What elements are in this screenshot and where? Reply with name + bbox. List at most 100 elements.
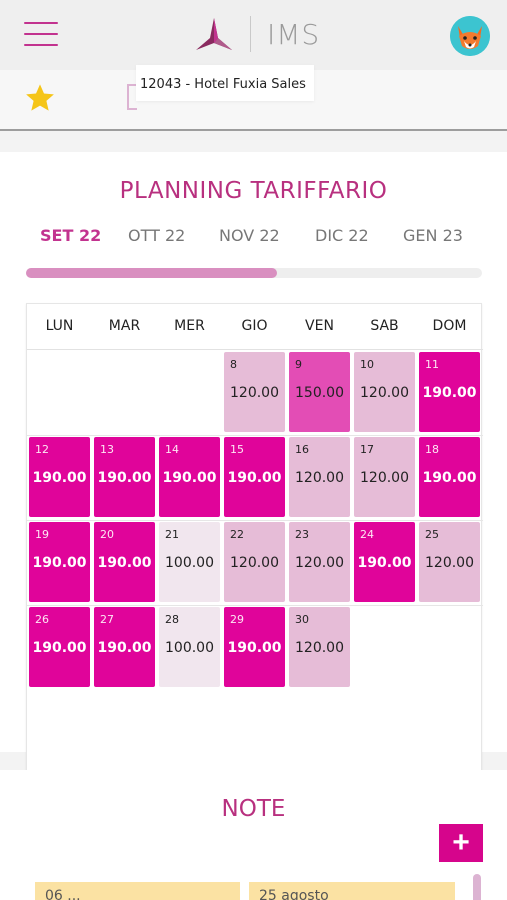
calendar-day-cell[interactable]: 28 100.00 bbox=[159, 607, 220, 687]
calendar-day-cell[interactable]: 25 120.00 bbox=[419, 522, 480, 602]
weekday-label: DOM bbox=[432, 318, 467, 334]
weekday-label: GIO bbox=[241, 318, 268, 334]
app-logo: IMS bbox=[194, 14, 320, 54]
day-number: 15 bbox=[230, 443, 244, 456]
add-note-button[interactable]: + bbox=[439, 824, 483, 862]
day-number: 27 bbox=[100, 613, 114, 626]
planning-title: PLANNING TARIFFARIO bbox=[119, 178, 388, 204]
day-price: 190.00 bbox=[357, 555, 412, 571]
day-number: 24 bbox=[360, 528, 374, 541]
ims-logo-icon bbox=[196, 18, 232, 50]
day-price: 150.00 bbox=[295, 385, 344, 401]
logo-separator bbox=[250, 16, 251, 52]
day-price: 190.00 bbox=[227, 640, 282, 656]
rate-calendar: LUN MAR MER GIO VEN SAB DOM 8 120.00 9 150.… bbox=[26, 303, 483, 840]
day-number: 28 bbox=[165, 613, 179, 626]
weekday-label: MER bbox=[174, 318, 205, 334]
calendar-day-cell[interactable]: 22 120.00 bbox=[224, 522, 285, 602]
tab-month[interactable]: NOV 22 bbox=[219, 226, 280, 245]
weekday-label: MAR bbox=[108, 318, 141, 334]
calendar-day-cell[interactable]: 19 190.00 bbox=[29, 522, 90, 602]
day-price: 120.00 bbox=[295, 640, 344, 656]
notes-scrollbar[interactable] bbox=[473, 874, 481, 900]
day-number: 9 bbox=[295, 358, 302, 371]
calendar-day-cell[interactable]: 21 100.00 bbox=[159, 522, 220, 602]
day-number: 18 bbox=[425, 443, 439, 456]
tab-month[interactable]: GEN 23 bbox=[403, 226, 463, 245]
calendar-day-cell[interactable]: 18 190.00 bbox=[419, 437, 480, 517]
day-price: 100.00 bbox=[165, 555, 214, 571]
day-number: 11 bbox=[425, 358, 439, 371]
calendar-day-cell[interactable]: 9 150.00 bbox=[289, 352, 350, 432]
day-number: 25 bbox=[425, 528, 439, 541]
fox-avatar-icon[interactable] bbox=[450, 16, 490, 56]
day-number: 20 bbox=[100, 528, 114, 541]
week-divider bbox=[27, 520, 483, 521]
calendar-day-cell[interactable]: 24 190.00 bbox=[354, 522, 415, 602]
hotel-bar: 12043 - Hotel Fuxia Sales bbox=[0, 65, 507, 131]
tab-month[interactable]: OTT 22 bbox=[128, 226, 185, 245]
day-price: 190.00 bbox=[162, 470, 217, 486]
calendar-day-cell[interactable]: 20 190.00 bbox=[94, 522, 155, 602]
calendar-day-cell[interactable]: 26 190.00 bbox=[29, 607, 90, 687]
day-number: 23 bbox=[295, 528, 309, 541]
week-divider bbox=[27, 605, 483, 606]
day-number: 12 bbox=[35, 443, 49, 456]
weekday-label: SAB bbox=[370, 318, 399, 334]
day-number: 30 bbox=[295, 613, 309, 626]
day-number: 26 bbox=[35, 613, 49, 626]
day-price: 190.00 bbox=[422, 470, 477, 486]
day-price: 190.00 bbox=[32, 470, 87, 486]
day-number: 21 bbox=[165, 528, 179, 541]
hamburger-icon[interactable] bbox=[24, 22, 58, 48]
calendar-day-cell[interactable]: 17 120.00 bbox=[354, 437, 415, 517]
tab-month[interactable]: DIC 22 bbox=[315, 226, 369, 245]
day-price: 120.00 bbox=[230, 385, 279, 401]
week-divider bbox=[27, 435, 483, 436]
calendar-day-cell[interactable]: 11 190.00 bbox=[419, 352, 480, 432]
day-price: 190.00 bbox=[227, 470, 282, 486]
day-price: 190.00 bbox=[422, 385, 477, 401]
calendar-day-cell[interactable]: 12 190.00 bbox=[29, 437, 90, 517]
calendar-day-cell[interactable]: 14 190.00 bbox=[159, 437, 220, 517]
day-number: 19 bbox=[35, 528, 49, 541]
calendar-day-cell[interactable]: 13 190.00 bbox=[94, 437, 155, 517]
calendar-day-cell[interactable]: 27 190.00 bbox=[94, 607, 155, 687]
weekday-label: VEN bbox=[305, 318, 334, 334]
notes-title: NOTE bbox=[221, 796, 286, 822]
star-icon[interactable] bbox=[24, 82, 56, 114]
calendar-day-cell[interactable]: 8 120.00 bbox=[224, 352, 285, 432]
weekday-label: LUN bbox=[45, 318, 74, 334]
day-price: 190.00 bbox=[32, 640, 87, 656]
day-number: 13 bbox=[100, 443, 114, 456]
day-number: 17 bbox=[360, 443, 374, 456]
calendar-day-cell[interactable]: 10 120.00 bbox=[354, 352, 415, 432]
day-number: 16 bbox=[295, 443, 309, 456]
calendar-day-cell[interactable]: 15 190.00 bbox=[224, 437, 285, 517]
day-number: 29 bbox=[230, 613, 244, 626]
day-price: 190.00 bbox=[32, 555, 87, 571]
top-bar: IMS bbox=[0, 0, 507, 70]
day-price: 120.00 bbox=[360, 385, 409, 401]
tab-month[interactable]: SET 22 bbox=[40, 226, 101, 245]
day-price: 100.00 bbox=[165, 640, 214, 656]
day-price: 190.00 bbox=[97, 470, 152, 486]
hotel-selector[interactable]: 12043 - Hotel Fuxia Sales bbox=[136, 65, 314, 101]
app-name: IMS bbox=[267, 17, 321, 51]
calendar-day-cell[interactable]: 29 190.00 bbox=[224, 607, 285, 687]
day-number: 14 bbox=[165, 443, 179, 456]
note-item[interactable]: 06 ... bbox=[35, 882, 240, 900]
day-price: 120.00 bbox=[230, 555, 279, 571]
note-item[interactable]: 25 agosto bbox=[249, 882, 455, 900]
day-price: 190.00 bbox=[97, 640, 152, 656]
month-scrollbar[interactable] bbox=[26, 268, 482, 278]
calendar-day-cell[interactable]: 23 120.00 bbox=[289, 522, 350, 602]
calendar-day-cell[interactable]: 16 120.00 bbox=[289, 437, 350, 517]
planning-card: PLANNING TARIFFARIO SET 22 OTT 22 NOV 22… bbox=[0, 152, 507, 871]
calendar-day-cell[interactable]: 30 120.00 bbox=[289, 607, 350, 687]
month-scrollbar-thumb[interactable] bbox=[26, 268, 277, 278]
day-price: 120.00 bbox=[295, 555, 344, 571]
day-price: 120.00 bbox=[295, 470, 344, 486]
day-price: 120.00 bbox=[360, 470, 409, 486]
day-price: 120.00 bbox=[425, 555, 474, 571]
